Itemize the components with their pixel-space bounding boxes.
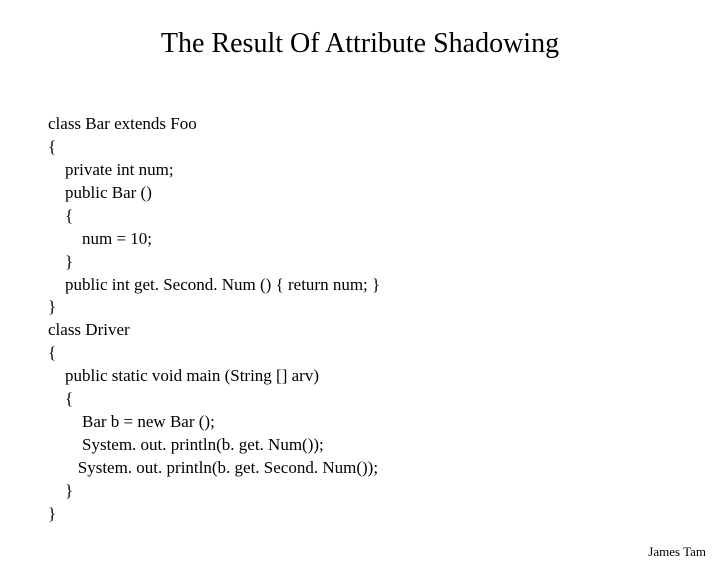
- code-line: {: [48, 206, 73, 225]
- code-line: public static void main (String [] arv): [48, 366, 319, 385]
- code-block: class Bar extends Foo { private int num;…: [48, 90, 720, 526]
- code-line: public Bar (): [48, 183, 152, 202]
- code-line: }: [48, 504, 56, 523]
- code-line: {: [48, 389, 73, 408]
- code-line: {: [48, 137, 56, 156]
- code-line: System. out. println(b. get. Num());: [48, 435, 324, 454]
- code-line: }: [48, 252, 73, 271]
- code-line: public int get. Second. Num () { return …: [48, 275, 380, 294]
- code-line: class Driver: [48, 320, 130, 339]
- code-line: }: [48, 481, 73, 500]
- footer-author: James Tam: [648, 544, 706, 560]
- code-line: class Bar extends Foo: [48, 114, 197, 133]
- code-line: private int num;: [48, 160, 174, 179]
- code-line: System. out. println(b. get. Second. Num…: [48, 458, 378, 477]
- code-line: num = 10;: [48, 229, 152, 248]
- code-line: Bar b = new Bar ();: [48, 412, 215, 431]
- slide-title: The Result Of Attribute Shadowing: [0, 28, 720, 60]
- code-line: }: [48, 297, 56, 316]
- code-line: {: [48, 343, 56, 362]
